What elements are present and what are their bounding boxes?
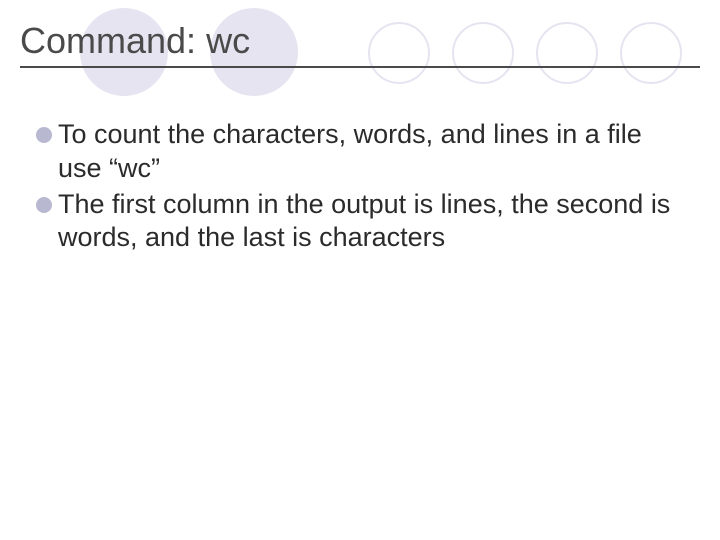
title-area: Command: wc bbox=[20, 20, 700, 68]
bullet-icon bbox=[36, 197, 52, 213]
slide-title: Command: wc bbox=[20, 20, 700, 62]
slide-body: To count the characters, words, and line… bbox=[36, 118, 680, 257]
list-item: To count the characters, words, and line… bbox=[36, 118, 680, 186]
bullet-text: The first column in the output is lines,… bbox=[58, 188, 680, 256]
title-underline bbox=[20, 66, 700, 68]
list-item: The first column in the output is lines,… bbox=[36, 188, 680, 256]
bullet-text: To count the characters, words, and line… bbox=[58, 118, 680, 186]
bullet-icon bbox=[36, 127, 52, 143]
